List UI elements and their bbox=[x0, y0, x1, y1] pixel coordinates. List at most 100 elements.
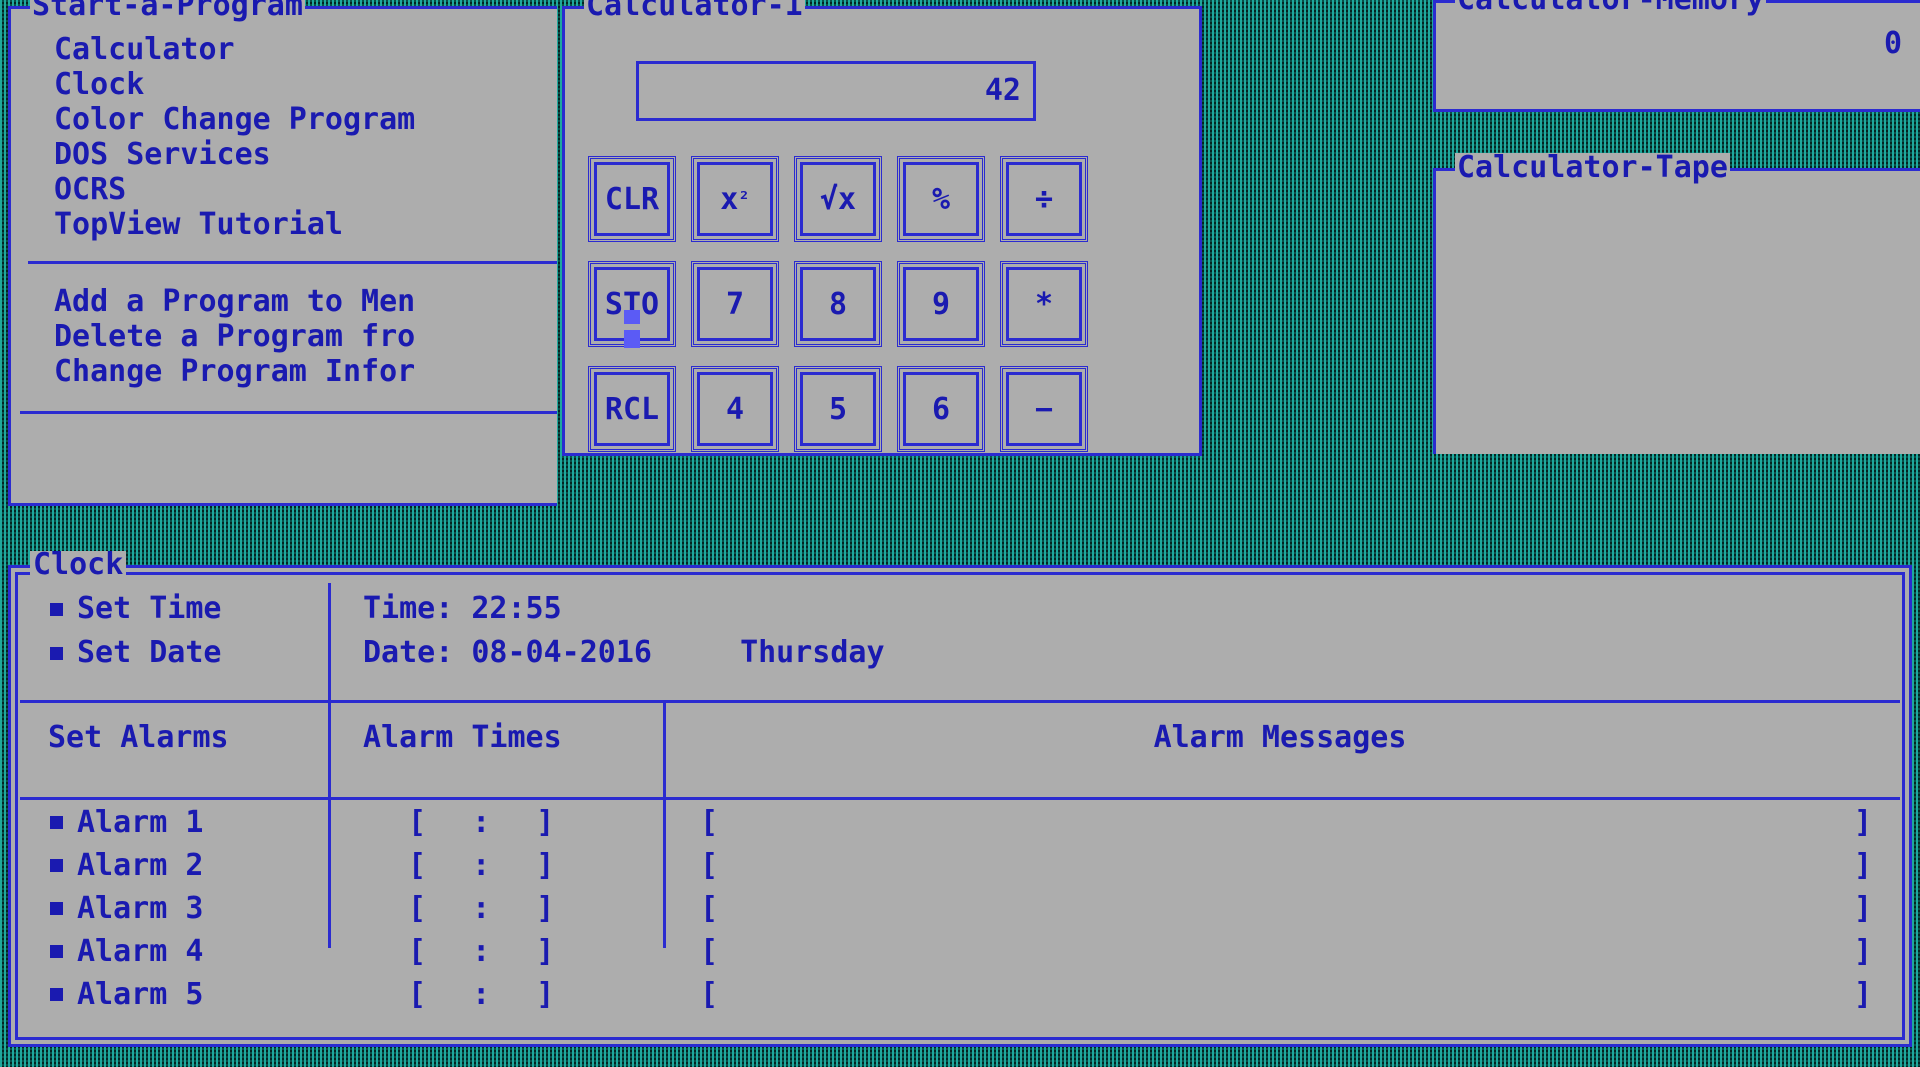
calc-key-recall-label: RCL bbox=[594, 372, 670, 446]
program-actions-list[interactable]: Add a Program to Men Delete a Program fr… bbox=[54, 284, 557, 389]
calc-key-sqrt-label: √x bbox=[800, 162, 876, 236]
clock-date-label: Date: bbox=[363, 635, 454, 670]
calculator-keyrow-2[interactable]: STO 7 8 9 * bbox=[588, 261, 1088, 347]
calc-key-clear-label: CLR bbox=[594, 162, 670, 236]
alarm-message-close-bracket: ] bbox=[1853, 805, 1872, 840]
calc-key-8[interactable]: 8 bbox=[794, 261, 882, 347]
alarm-name-cell[interactable]: Alarm 4 bbox=[50, 934, 203, 969]
action-add-program[interactable]: Add a Program to Men bbox=[54, 284, 557, 319]
header-alarm-messages: Alarm Messages bbox=[1153, 720, 1407, 755]
header-alarm-times: Alarm Times bbox=[363, 720, 562, 755]
table-row[interactable]: Alarm 1 [ : ] [ ] bbox=[8, 805, 1912, 848]
calc-key-clear[interactable]: CLR bbox=[588, 156, 676, 242]
calculator-window[interactable]: Calculator-1 42 CLR x² √x % ÷ STO 7 8 9 … bbox=[562, 0, 1202, 456]
clock-set-date-item[interactable]: Set Date bbox=[50, 631, 222, 675]
calc-key-multiply[interactable]: * bbox=[1000, 261, 1088, 347]
clock-time-info: Time: 22:55 Date: 08-04-2016 Thursday bbox=[363, 587, 885, 675]
action-change-program-info[interactable]: Change Program Infor bbox=[54, 354, 557, 389]
calc-key-9-label: 9 bbox=[903, 267, 979, 341]
alarm-name-cell[interactable]: Alarm 1 bbox=[50, 805, 203, 840]
clock-time-label: Time: bbox=[363, 591, 454, 626]
program-item-ocrs[interactable]: OCRS bbox=[54, 172, 557, 207]
header-set-alarms: Set Alarms bbox=[48, 720, 229, 755]
program-list[interactable]: Calculator Clock Color Change Program DO… bbox=[54, 32, 557, 242]
alarm-time-field[interactable]: [ : ] bbox=[408, 805, 568, 840]
calc-key-7[interactable]: 7 bbox=[691, 261, 779, 347]
clock-set-list[interactable]: Set Time Set Date bbox=[50, 587, 222, 675]
alarm-message-close-bracket: ] bbox=[1853, 977, 1872, 1012]
calc-key-minus-label: − bbox=[1006, 372, 1082, 446]
alarm-name-label: Alarm 2 bbox=[77, 848, 204, 883]
clock-title: Clock bbox=[30, 550, 127, 580]
calc-key-percent-label: % bbox=[903, 162, 979, 236]
calc-key-minus[interactable]: − bbox=[1000, 366, 1088, 452]
program-item-clock[interactable]: Clock bbox=[54, 67, 557, 102]
calc-key-square-label: x² bbox=[697, 162, 773, 236]
bullet-icon bbox=[50, 945, 63, 958]
clock-time-row: Time: 22:55 bbox=[363, 587, 885, 631]
calc-key-recall[interactable]: RCL bbox=[588, 366, 676, 452]
calc-key-percent[interactable]: % bbox=[897, 156, 985, 242]
menu-bottom-divider bbox=[20, 411, 557, 414]
clock-set-time-item[interactable]: Set Time bbox=[50, 587, 222, 631]
calc-key-5-label: 5 bbox=[800, 372, 876, 446]
clock-hdiv-1 bbox=[20, 700, 1900, 703]
calc-key-6[interactable]: 6 bbox=[897, 366, 985, 452]
alarm-name-label: Alarm 4 bbox=[77, 934, 204, 969]
alarm-time-field[interactable]: [ : ] bbox=[408, 848, 568, 883]
alarm-name-cell[interactable]: Alarm 2 bbox=[50, 848, 203, 883]
calc-key-9[interactable]: 9 bbox=[897, 261, 985, 347]
calc-key-square[interactable]: x² bbox=[691, 156, 779, 242]
calculator-keyrow-3[interactable]: RCL 4 5 6 − bbox=[588, 366, 1088, 452]
calculator-tape-title: Calculator-Tape bbox=[1455, 150, 1730, 185]
start-a-program-window[interactable]: Start-a-Program Calculator Clock Color C… bbox=[8, 0, 557, 506]
calculator-memory-window[interactable]: Calculator-Memory 0 bbox=[1433, 0, 1920, 112]
program-item-topview-tutorial[interactable]: TopView Tutorial bbox=[54, 207, 557, 242]
calc-key-4[interactable]: 4 bbox=[691, 366, 779, 452]
clock-time-value: 22:55 bbox=[471, 591, 562, 626]
alarm-name-label: Alarm 1 bbox=[77, 805, 204, 840]
alarm-time-field[interactable]: [ : ] bbox=[408, 891, 568, 926]
calculator-tape-window[interactable]: Calculator-Tape bbox=[1433, 153, 1920, 454]
alarm-message-close-bracket: ] bbox=[1853, 848, 1872, 883]
program-item-calculator[interactable]: Calculator bbox=[54, 32, 557, 67]
calc-key-divide[interactable]: ÷ bbox=[1000, 156, 1088, 242]
clock-weekday: Thursday bbox=[740, 635, 885, 670]
clock-vdiv-1 bbox=[328, 583, 331, 800]
program-item-dos-services[interactable]: DOS Services bbox=[54, 137, 557, 172]
calculator-memory-title: Calculator-Memory bbox=[1455, 0, 1767, 15]
calc-key-divide-label: ÷ bbox=[1006, 162, 1082, 236]
alarm-message-open-bracket: [ bbox=[700, 934, 719, 969]
alarm-message-open-bracket: [ bbox=[700, 848, 719, 883]
bullet-icon bbox=[50, 816, 63, 829]
table-row[interactable]: Alarm 4 [ : ] [ ] bbox=[8, 934, 1912, 977]
calculator-keyrow-1[interactable]: CLR x² √x % ÷ bbox=[588, 156, 1088, 242]
bullet-icon bbox=[50, 646, 63, 660]
calculator-display[interactable]: 42 bbox=[636, 61, 1036, 121]
alarm-message-open-bracket: [ bbox=[700, 805, 719, 840]
alarm-rows[interactable]: Alarm 1 [ : ] [ ] Alarm 2 [ : ] [ ] Alar… bbox=[8, 805, 1912, 1020]
calc-key-multiply-label: * bbox=[1006, 267, 1082, 341]
calc-key-6-label: 6 bbox=[903, 372, 979, 446]
alarm-name-cell[interactable]: Alarm 3 bbox=[50, 891, 203, 926]
clock-window[interactable]: Clock Set Time Set Date Time: 22:55 Date… bbox=[8, 550, 1912, 1047]
calculator-title: Calculator-1 bbox=[584, 0, 805, 21]
calc-key-4-label: 4 bbox=[697, 372, 773, 446]
bullet-icon bbox=[50, 859, 63, 872]
bullet-icon bbox=[50, 988, 63, 1001]
calculator-memory-value: 0 bbox=[1883, 26, 1902, 61]
alarm-time-field[interactable]: [ : ] bbox=[408, 977, 568, 1012]
calc-key-7-label: 7 bbox=[697, 267, 773, 341]
clock-set-time-label: Set Time bbox=[77, 591, 222, 626]
calc-key-5[interactable]: 5 bbox=[794, 366, 882, 452]
table-row[interactable]: Alarm 3 [ : ] [ ] bbox=[8, 891, 1912, 934]
alarm-message-open-bracket: [ bbox=[700, 891, 719, 926]
clock-hdiv-2 bbox=[20, 797, 1900, 800]
alarm-time-field[interactable]: [ : ] bbox=[408, 934, 568, 969]
table-row[interactable]: Alarm 2 [ : ] [ ] bbox=[8, 848, 1912, 891]
program-item-color-change[interactable]: Color Change Program bbox=[54, 102, 557, 137]
calc-key-sqrt[interactable]: √x bbox=[794, 156, 882, 242]
alarm-name-cell[interactable]: Alarm 5 bbox=[50, 977, 203, 1012]
table-row[interactable]: Alarm 5 [ : ] [ ] bbox=[8, 977, 1912, 1020]
action-delete-program[interactable]: Delete a Program fro bbox=[54, 319, 557, 354]
